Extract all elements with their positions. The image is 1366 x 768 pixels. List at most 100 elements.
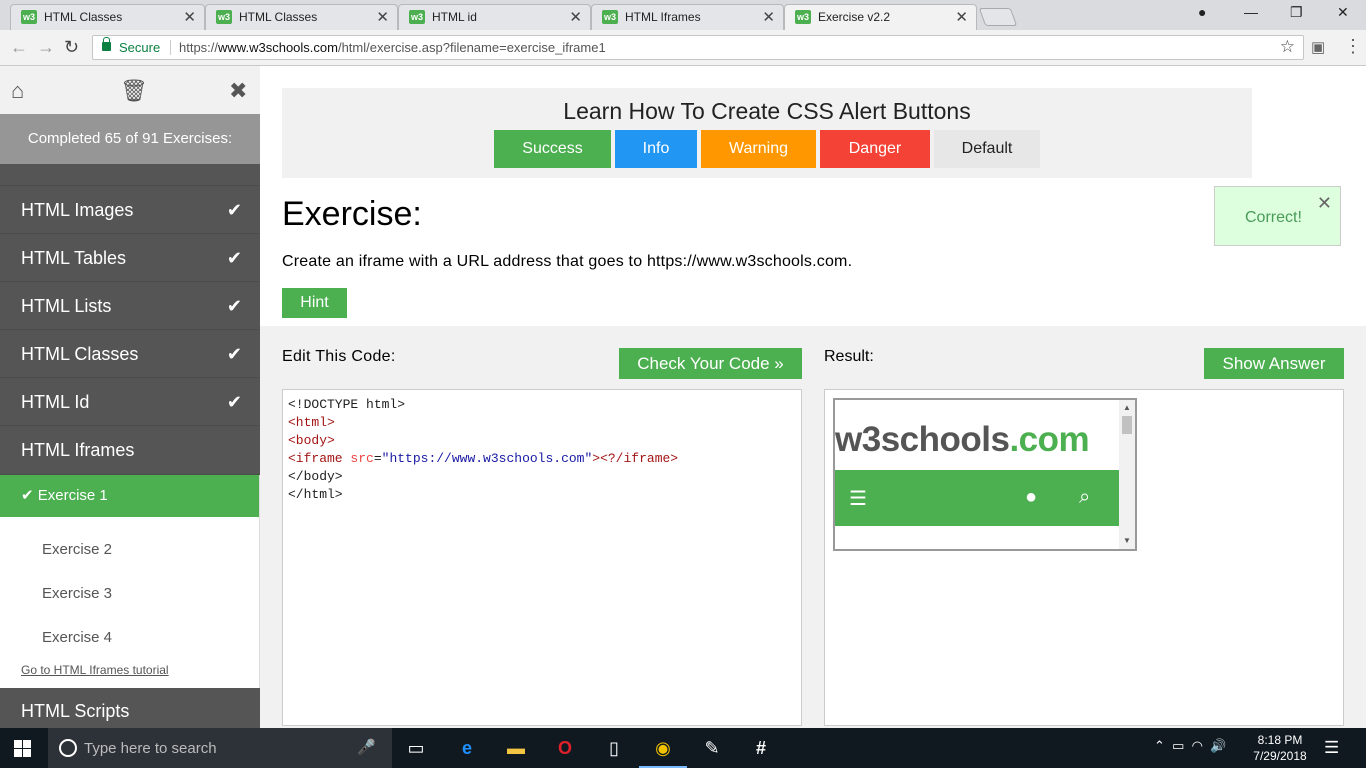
check-icon: ✔ xyxy=(226,296,242,316)
result-label: Result: xyxy=(824,348,874,365)
notepad-icon[interactable]: ▯ xyxy=(602,736,626,760)
profile-icon[interactable]: ● xyxy=(1198,4,1206,20)
divider xyxy=(170,40,171,55)
check-icon: ✔ xyxy=(226,344,242,364)
correct-notification: Correct! ✕ xyxy=(1214,186,1341,246)
extension-icon[interactable]: ▣ xyxy=(1311,38,1325,56)
home-icon[interactable]: ⌂ xyxy=(11,78,24,104)
exercise-list: ✔ Exercise 1 Exercise 2 Exercise 3 Exerc… xyxy=(0,475,260,688)
warning-button[interactable]: Warning xyxy=(701,130,816,168)
sidebar-item-html-tables[interactable]: HTML Tables ✔ xyxy=(0,234,260,282)
menu-kebab-icon[interactable]: ⋮ xyxy=(1344,36,1362,57)
ad-banner[interactable]: Learn How To Create CSS Alert Buttons Su… xyxy=(282,88,1252,178)
sidebar-item-html-scripts[interactable]: HTML Scripts xyxy=(0,688,260,728)
close-icon[interactable]: ✖ xyxy=(229,78,247,104)
danger-button[interactable]: Danger xyxy=(820,130,930,168)
browser-tab-bar: w3 HTML Classes ✕ w3 HTML Classes ✕ w3 H… xyxy=(0,0,1366,30)
date-text: 7/29/2018 xyxy=(1253,749,1307,763)
file-explorer-icon[interactable]: ▬ xyxy=(504,736,528,760)
browser-toolbar: ← → ↻ Secure https://www.w3schools.com/h… xyxy=(0,30,1366,66)
w3-favicon-icon: w3 xyxy=(21,10,37,24)
tools-icon[interactable]: ✎ xyxy=(700,736,724,760)
hint-button[interactable]: Hint xyxy=(282,288,347,318)
microphone-icon[interactable]: 🎤 xyxy=(357,738,376,756)
close-tab-icon[interactable]: ✕ xyxy=(955,8,968,26)
browser-tab[interactable]: w3 HTML Classes ✕ xyxy=(205,4,398,30)
info-button[interactable]: Info xyxy=(615,130,697,168)
edit-code-label: Edit This Code: xyxy=(282,348,396,365)
scroll-down-icon[interactable]: ▼ xyxy=(1123,536,1131,545)
system-tray-icons[interactable]: ⌃ ▭ ◠ 🔊 xyxy=(1154,738,1226,754)
code-line: </body> xyxy=(288,469,343,484)
reload-icon[interactable]: ↻ xyxy=(64,37,79,58)
result-panel: w3schools.com ☰ ● ⌕ ▲ ▼ xyxy=(824,389,1344,726)
browser-tab[interactable]: w3 HTML id ✕ xyxy=(398,4,591,30)
opera-icon[interactable]: O xyxy=(553,736,577,760)
globe-icon[interactable]: ● xyxy=(1025,486,1037,509)
trash-icon[interactable]: 🗑 xyxy=(120,78,148,104)
close-tab-icon[interactable]: ✕ xyxy=(376,8,389,26)
exercise-item[interactable]: Exercise 3 xyxy=(42,585,112,602)
sidebar-item-label: HTML Scripts xyxy=(21,701,130,721)
iframe-preview[interactable]: w3schools.com ☰ ● ⌕ ▲ ▼ xyxy=(833,398,1137,551)
check-code-button[interactable]: Check Your Code » xyxy=(619,348,802,379)
code-line: </html> xyxy=(288,487,343,502)
sidebar-item-html-images[interactable]: HTML Images ✔ xyxy=(0,186,260,234)
back-arrow-icon[interactable]: ← xyxy=(10,37,28,58)
new-tab-button[interactable] xyxy=(978,8,1018,26)
exercise-item[interactable]: Exercise 4 xyxy=(42,629,112,646)
check-icon: ✔ xyxy=(226,392,242,412)
browser-tab-active[interactable]: w3 Exercise v2.2 ✕ xyxy=(784,4,977,30)
edge-icon[interactable]: e xyxy=(455,736,479,760)
notification-icon[interactable]: ☰ xyxy=(1324,738,1339,758)
close-tab-icon[interactable]: ✕ xyxy=(569,8,582,26)
progress-text: Completed 65 of 91 Exercises: xyxy=(0,114,260,164)
address-bar[interactable]: Secure https://www.w3schools.com/html/ex… xyxy=(92,35,1304,60)
time-text: 8:18 PM xyxy=(1257,733,1303,747)
minimize-icon[interactable]: — xyxy=(1244,4,1258,20)
tab-label: HTML Classes xyxy=(239,10,318,24)
success-button[interactable]: Success xyxy=(494,130,611,168)
code-editor[interactable]: <!DOCTYPE html> <html> <body> <iframe sr… xyxy=(282,389,802,726)
ad-title: Learn How To Create CSS Alert Buttons xyxy=(563,98,971,124)
secure-label: Secure xyxy=(119,40,161,55)
exercise-item-active[interactable]: ✔ Exercise 1 xyxy=(0,475,259,517)
browser-tab[interactable]: w3 HTML Classes ✕ xyxy=(10,4,205,30)
url-text[interactable]: https://www.w3schools.com/html/exercise.… xyxy=(179,40,606,55)
sidebar-item-html-lists[interactable]: HTML Lists ✔ xyxy=(0,282,260,330)
default-button[interactable]: Default xyxy=(934,130,1040,168)
windows-taskbar: Type here to search 🎤 ▭ e ▬ O ▯ ◉ ✎ # ⌃ … xyxy=(0,728,1366,768)
restore-icon[interactable]: ❐ xyxy=(1290,4,1303,21)
search-icon[interactable]: ⌕ xyxy=(1079,486,1090,509)
chrome-icon[interactable]: ◉ xyxy=(639,736,687,768)
w3schools-logo: w3schools.com xyxy=(835,420,1090,459)
tab-label: Exercise v2.2 xyxy=(818,10,891,24)
browser-tab[interactable]: w3 HTML Iframes ✕ xyxy=(591,4,784,30)
w3-navbar: ☰ ● ⌕ xyxy=(835,470,1119,526)
w3-favicon-icon: w3 xyxy=(216,10,232,24)
sidebar-item-html-classes[interactable]: HTML Classes ✔ xyxy=(0,330,260,378)
close-icon[interactable]: ✕ xyxy=(1317,193,1332,214)
close-window-icon[interactable]: ✕ xyxy=(1337,4,1349,21)
hamburger-menu-icon[interactable]: ☰ xyxy=(849,486,867,511)
iframe-scrollbar[interactable]: ▲ ▼ xyxy=(1119,400,1135,549)
lock-icon xyxy=(102,37,111,51)
sidebar-item-html-iframes[interactable]: HTML Iframes xyxy=(0,426,260,475)
clock[interactable]: 8:18 PM 7/29/2018 xyxy=(1250,732,1310,764)
scroll-up-icon[interactable]: ▲ xyxy=(1123,403,1131,412)
tab-label: HTML id xyxy=(432,10,477,24)
exercise-item[interactable]: Exercise 2 xyxy=(42,541,112,558)
tutorial-link[interactable]: Go to HTML Iframes tutorial xyxy=(21,663,169,677)
show-answer-button[interactable]: Show Answer xyxy=(1204,348,1344,379)
cortana-icon xyxy=(59,739,77,757)
scroll-thumb[interactable] xyxy=(1122,416,1132,434)
forward-arrow-icon[interactable]: → xyxy=(37,37,55,58)
close-tab-icon[interactable]: ✕ xyxy=(183,8,196,26)
slack-icon[interactable]: # xyxy=(749,736,773,760)
task-view-icon[interactable]: ▭ xyxy=(404,736,428,760)
windows-start-icon[interactable] xyxy=(14,740,31,757)
close-tab-icon[interactable]: ✕ xyxy=(762,8,775,26)
sidebar-item-html-id[interactable]: HTML Id ✔ xyxy=(0,378,260,426)
bookmark-star-icon[interactable]: ☆ xyxy=(1280,37,1295,57)
taskbar-search[interactable]: Type here to search 🎤 xyxy=(48,728,392,768)
